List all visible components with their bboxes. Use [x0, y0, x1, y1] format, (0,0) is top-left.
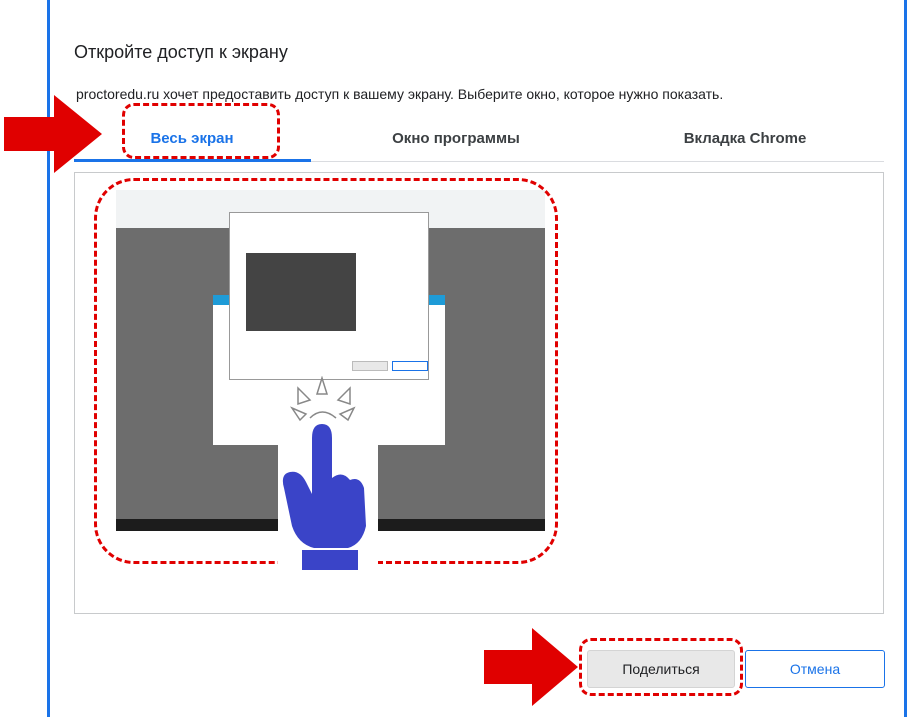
red-arrow-icon	[484, 628, 578, 706]
tab-application-window[interactable]: Окно программы	[366, 130, 546, 147]
red-arrow-icon	[4, 95, 102, 173]
dialog-subtitle: proctoredu.ru хочет предоставить доступ …	[76, 86, 724, 102]
share-button[interactable]: Поделиться	[587, 650, 735, 688]
cancel-button[interactable]: Отмена	[745, 650, 885, 688]
tab-chrome-tab[interactable]: Вкладка Chrome	[660, 130, 830, 147]
dialog-title: Откройте доступ к экрану	[74, 42, 288, 62]
highlight-tab-entire-screen	[122, 103, 280, 159]
pointing-hand-icon	[278, 376, 378, 572]
active-tab-indicator	[74, 159, 311, 162]
window-border-right	[904, 0, 907, 717]
